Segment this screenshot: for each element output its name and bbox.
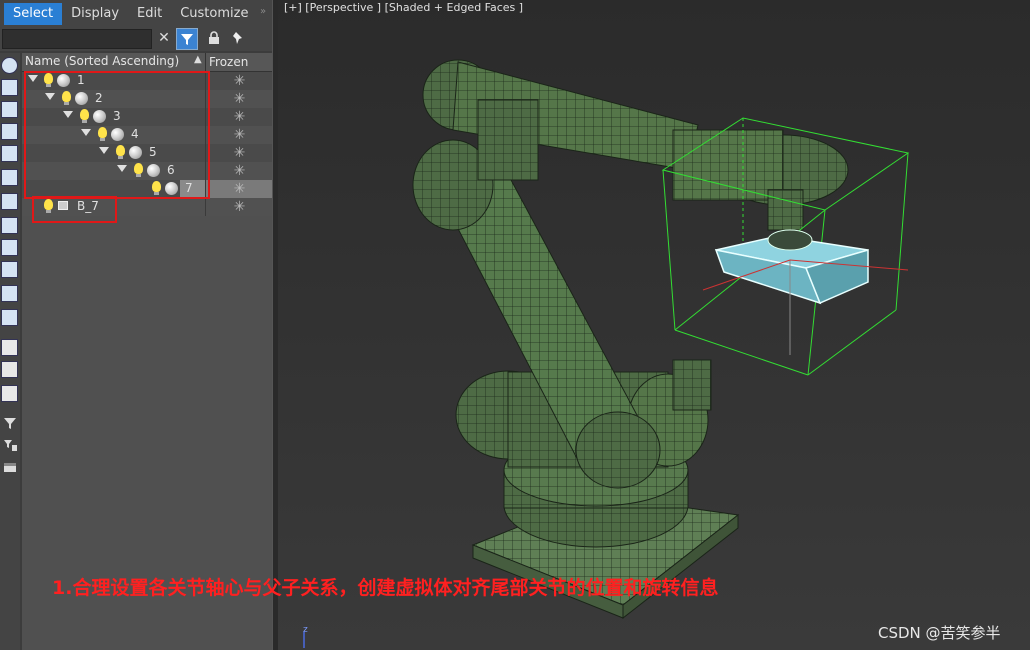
menu-display[interactable]: Display — [62, 3, 128, 25]
filter-list-icon[interactable] — [0, 435, 20, 455]
annotation-box-dummy — [32, 196, 117, 223]
robot-wrist — [672, 129, 849, 231]
clear-search-icon[interactable]: ✕ — [154, 28, 174, 48]
robot-arm-model: z — [303, 59, 910, 648]
snowflake-icon[interactable]: ✳ — [205, 198, 273, 216]
display-containers-icon[interactable] — [1, 261, 18, 278]
pin-icon[interactable] — [229, 28, 249, 48]
sort-ascending-icon: ▲ — [194, 54, 202, 65]
menu-select[interactable]: Select — [4, 2, 63, 25]
annotation-box-hierarchy — [24, 71, 210, 199]
menu-edit[interactable]: Edit — [128, 3, 171, 25]
menu-bar: Select Display Edit Customize » — [0, 0, 276, 27]
explorer-header: Name (Sorted Ascending) ▲ Frozen — [22, 53, 272, 72]
dummy-helper-object — [714, 229, 869, 305]
snowflake-icon[interactable]: ✳ — [205, 72, 273, 90]
svg-text:z: z — [303, 625, 308, 635]
display-helpers-icon[interactable] — [1, 145, 18, 162]
snowflake-icon[interactable]: ✳ — [205, 126, 273, 144]
explorer-toolbar: ✕ — [0, 27, 276, 51]
display-lights-icon[interactable] — [1, 101, 18, 118]
annotation-caption: 1.合理设置各关节轴心与父子关系，创建虚拟体对齐尾部关节的位置和旋转信息 — [52, 577, 719, 599]
display-geometry-icon[interactable] — [1, 57, 18, 74]
search-input[interactable] — [2, 29, 152, 49]
menu-customize[interactable]: Customize — [171, 3, 257, 25]
display-frozen-icon[interactable] — [1, 285, 18, 302]
lock-icon[interactable] — [204, 28, 224, 48]
snowflake-icon[interactable]: ✳ — [205, 90, 273, 108]
scene-explorer: Name (Sorted Ascending) ▲ Frozen 1 ✳ 2 ✳… — [22, 53, 273, 650]
display-groups-icon[interactable] — [1, 193, 18, 210]
list-none-icon[interactable] — [1, 361, 18, 378]
perspective-viewport[interactable]: [+] [Perspective ] [Shaded + Edged Faces… — [278, 0, 1030, 650]
world-axis-icon: z — [303, 625, 308, 648]
watermark-text: CSDN @苦笑参半 — [878, 624, 1001, 642]
panel-options-icon[interactable]: » — [260, 6, 266, 17]
snowflake-icon[interactable]: ✳ — [205, 108, 273, 126]
display-shapes-icon[interactable] — [1, 79, 18, 96]
layer-manager-icon[interactable] — [0, 457, 20, 477]
column-name-header[interactable]: Name (Sorted Ascending) — [25, 54, 179, 68]
display-bones-icon[interactable] — [1, 239, 18, 256]
list-invert-icon[interactable] — [1, 385, 18, 402]
list-all-icon[interactable] — [1, 339, 18, 356]
filter-icon[interactable] — [176, 28, 198, 50]
display-hidden-icon[interactable] — [1, 309, 18, 326]
display-xrefs-icon[interactable] — [1, 217, 18, 234]
snowflake-icon[interactable]: ✳ — [205, 144, 273, 162]
column-frozen-header[interactable]: Frozen — [205, 53, 272, 71]
funnel-icon[interactable] — [0, 413, 20, 433]
snowflake-icon[interactable]: ✳ — [205, 162, 273, 180]
snowflake-icon[interactable]: ✳ — [205, 180, 273, 198]
left-tool-strip — [0, 53, 20, 650]
display-spacewarps-icon[interactable] — [1, 169, 18, 186]
display-cameras-icon[interactable] — [1, 123, 18, 140]
